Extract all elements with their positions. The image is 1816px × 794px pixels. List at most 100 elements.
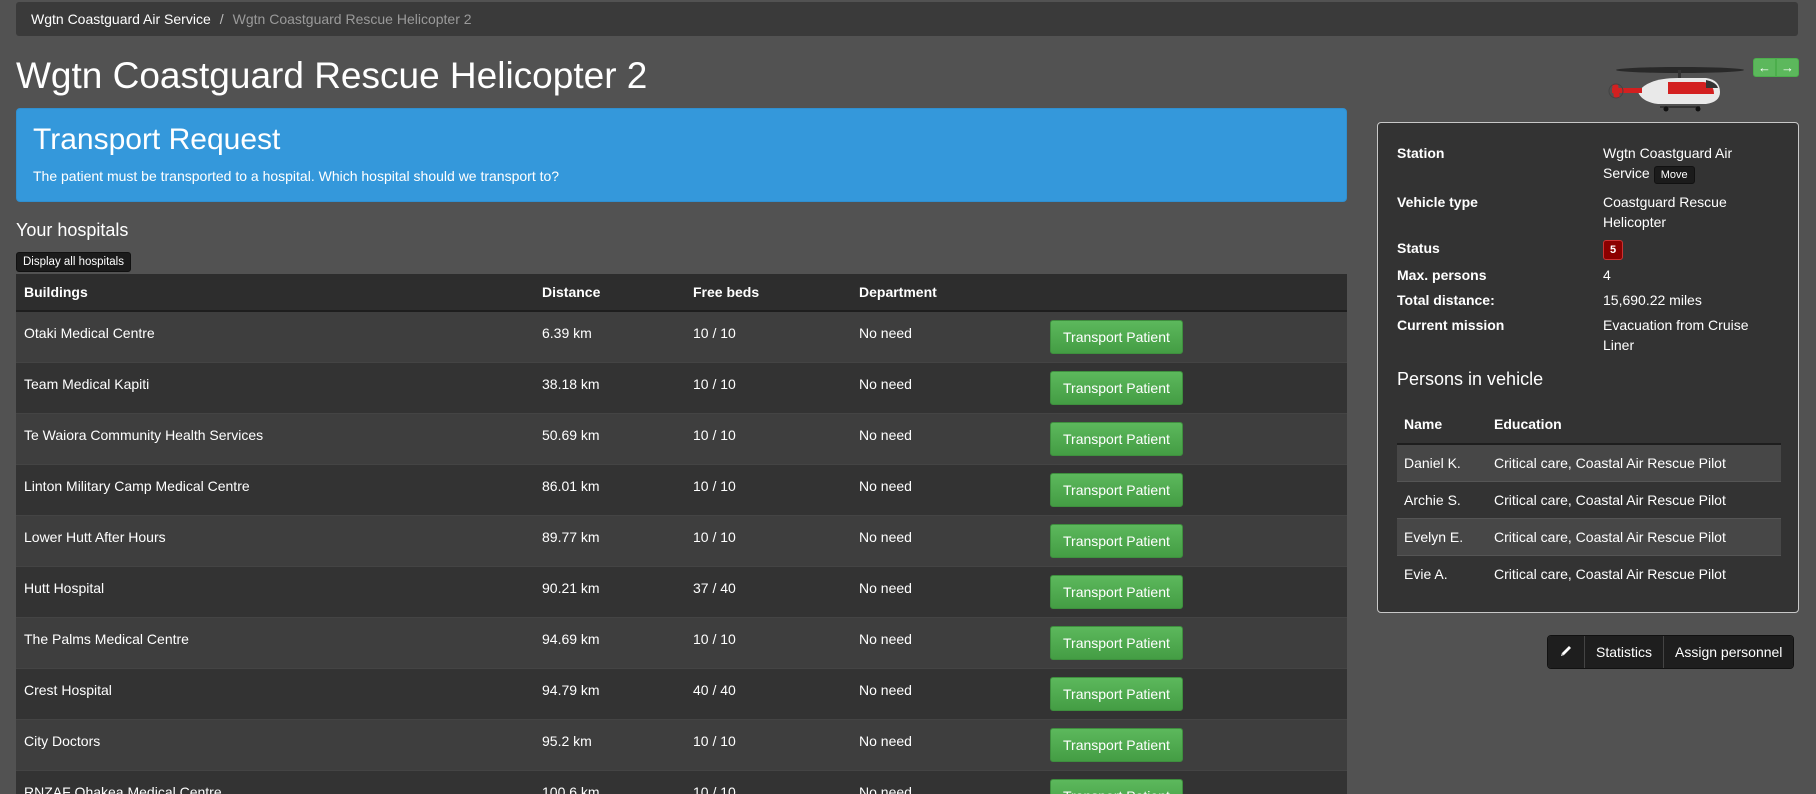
- header-department: Department: [851, 274, 1042, 312]
- info-type-row: Vehicle type Coastguard Rescue Helicopte…: [1397, 192, 1779, 232]
- hospital-free-beds: 10 / 10: [693, 630, 736, 647]
- assign-personnel-button[interactable]: Assign personnel: [1664, 636, 1794, 668]
- hospital-distance: 90.21 km: [542, 579, 600, 596]
- hospital-action-cell: Transport Patient: [1042, 413, 1347, 464]
- hospitals-table-header: Buildings Distance Free beds Department: [16, 274, 1347, 312]
- transport-patient-button[interactable]: Transport Patient: [1050, 574, 1183, 609]
- hospital-name: RNZAF Ohakea Medical Centre: [24, 783, 222, 794]
- header-distance: Distance: [534, 274, 685, 312]
- crew-education: Critical care, Coastal Air Rescue Pilot: [1494, 528, 1726, 545]
- hospital-free-beds: 10 / 10: [693, 426, 736, 443]
- hospital-department: No need: [859, 528, 912, 545]
- crew-row: Archie S. Critical care, Coastal Air Resc…: [1397, 481, 1781, 518]
- info-mission-row: Current mission Evacuation from Cruise L…: [1397, 315, 1779, 355]
- hospital-distance: 50.69 km: [542, 426, 600, 443]
- station-value-wrap: Wgtn Coastguard Air Service Move: [1603, 143, 1779, 184]
- hospital-distance: 86.01 km: [542, 477, 600, 494]
- hospital-distance: 95.2 km: [542, 732, 592, 749]
- crew-education: Critical care, Coastal Air Rescue Pilot: [1494, 491, 1726, 508]
- edit-button[interactable]: [1548, 636, 1585, 668]
- alert-message: The patient must be transported to a hos…: [33, 168, 560, 184]
- hospital-free-beds: 10 / 10: [693, 783, 736, 794]
- hospital-name: Te Waiora Community Health Services: [24, 426, 264, 443]
- hospitals-table: Buildings Distance Free beds Department …: [16, 274, 1347, 794]
- hospital-free-beds: 10 / 10: [693, 477, 736, 494]
- transport-patient-button[interactable]: Transport Patient: [1050, 523, 1183, 558]
- hospital-action-cell: Transport Patient: [1042, 515, 1347, 566]
- status-value-wrap: 5: [1603, 238, 1779, 260]
- hospital-distance: 94.69 km: [542, 630, 600, 647]
- hospital-free-beds: 37 / 40: [693, 579, 736, 596]
- table-row: Otaki Medical Centre 6.39 km 10 / 10 No nee…: [16, 311, 1347, 362]
- crew-row: Evelyn E. Critical care, Coastal Air Resc…: [1397, 518, 1781, 555]
- info-status-row: Status 5: [1397, 238, 1779, 260]
- total-distance-label: Total distance:: [1397, 292, 1495, 308]
- hospital-action-cell: Transport Patient: [1042, 719, 1347, 770]
- breadcrumb-separator: /: [219, 11, 224, 27]
- transport-request-alert: Transport Request The patient must be tr…: [16, 108, 1347, 202]
- crew-name[interactable]: Evelyn E.: [1397, 518, 1487, 555]
- vehicle-type-value: Coastguard Rescue Helicopter: [1603, 194, 1727, 230]
- hospital-action-cell: Transport Patient: [1042, 311, 1347, 362]
- current-mission-label: Current mission: [1397, 317, 1505, 333]
- transport-patient-button[interactable]: Transport Patient: [1050, 727, 1183, 762]
- table-row: Hutt Hospital 90.21 km 37 / 40 No need Trans…: [16, 566, 1347, 617]
- table-row: City Doctors 95.2 km 10 / 10 No need Transpo…: [16, 719, 1347, 770]
- hospital-name: Linton Military Camp Medical Centre: [24, 477, 250, 494]
- hospital-name: Hutt Hospital: [24, 579, 105, 596]
- crew-name[interactable]: Evie A.: [1397, 555, 1487, 592]
- info-station-row: Station Wgtn Coastguard Air Service Move: [1397, 143, 1779, 184]
- max-persons-label: Max. persons: [1397, 267, 1487, 283]
- hospital-department: No need: [859, 477, 912, 494]
- header-name: Name: [1397, 404, 1487, 445]
- total-distance-value: 15,690.22 miles: [1603, 292, 1702, 308]
- display-all-hospitals-button[interactable]: Display all hospitals: [16, 252, 131, 272]
- hospital-distance: 38.18 km: [542, 375, 600, 392]
- header-free-beds: Free beds: [685, 274, 851, 312]
- transport-patient-button[interactable]: Transport Patient: [1050, 625, 1183, 660]
- table-row: Team Medical Kapiti 38.18 km 10 / 10 No nee…: [16, 362, 1347, 413]
- table-row: The Palms Medical Centre 94.69 km 10 / 10 N…: [16, 617, 1347, 668]
- crew-table: Name Education Daniel K. Critical care, C…: [1397, 404, 1781, 592]
- info-max-persons-row: Max. persons 4: [1397, 265, 1779, 285]
- arrow-left-icon[interactable]: ←: [1753, 58, 1776, 77]
- transport-patient-button[interactable]: Transport Patient: [1050, 370, 1183, 405]
- hospital-action-cell: Transport Patient: [1042, 770, 1347, 794]
- info-total-distance-row: Total distance: 15,690.22 miles: [1397, 290, 1779, 310]
- your-hospitals-heading: Your hospitals: [16, 220, 129, 240]
- hospital-department: No need: [859, 426, 912, 443]
- crew-name[interactable]: Daniel K.: [1397, 444, 1487, 481]
- statistics-button[interactable]: Statistics: [1585, 636, 1665, 668]
- table-row: RNZAF Ohakea Medical Centre 100.6 km 10 / …: [16, 770, 1347, 794]
- table-row: Linton Military Camp Medical Centre 86.01…: [16, 464, 1347, 515]
- hospital-department: No need: [859, 630, 912, 647]
- header-action: [1042, 274, 1347, 312]
- hospital-department: No need: [859, 732, 912, 749]
- crew-education: Critical care, Coastal Air Rescue Pilot: [1494, 565, 1726, 582]
- arrow-right-icon[interactable]: →: [1776, 58, 1799, 77]
- header-buildings: Buildings: [16, 274, 534, 312]
- hospital-free-beds: 10 / 10: [693, 528, 736, 545]
- vehicle-info-panel: Station Wgtn Coastguard Air Service Move …: [1377, 122, 1799, 613]
- current-mission-link[interactable]: Evacuation from Cruise Liner: [1603, 315, 1779, 355]
- crew-name[interactable]: Archie S.: [1397, 481, 1487, 518]
- hospital-distance: 94.79 km: [542, 681, 600, 698]
- vehicle-type-label: Vehicle type: [1397, 194, 1478, 210]
- move-button[interactable]: Move: [1653, 166, 1695, 184]
- hospital-distance: 100.6 km: [542, 783, 600, 794]
- transport-patient-button[interactable]: Transport Patient: [1050, 472, 1183, 507]
- table-row: Lower Hutt After Hours 89.77 km 10 / 10 No …: [16, 515, 1347, 566]
- transport-patient-button[interactable]: Transport Patient: [1050, 676, 1183, 711]
- table-row: Crest Hospital 94.79 km 40 / 40 No need Tran…: [16, 668, 1347, 719]
- hospital-department: No need: [859, 325, 912, 341]
- hospital-name: Team Medical Kapiti: [24, 375, 150, 392]
- transport-patient-button[interactable]: Transport Patient: [1050, 778, 1183, 794]
- breadcrumb: Wgtn Coastguard Air Service / Wgtn Coastgu…: [16, 2, 1798, 36]
- hospital-action-cell: Transport Patient: [1042, 362, 1347, 413]
- transport-patient-button[interactable]: Transport Patient: [1050, 421, 1183, 456]
- transport-patient-button[interactable]: Transport Patient: [1050, 320, 1183, 354]
- hospital-distance: 6.39 km: [542, 325, 592, 341]
- hospital-distance: 89.77 km: [542, 528, 600, 545]
- hospital-department: No need: [859, 579, 912, 596]
- breadcrumb-station-link[interactable]: Wgtn Coastguard Air Service: [31, 11, 211, 27]
